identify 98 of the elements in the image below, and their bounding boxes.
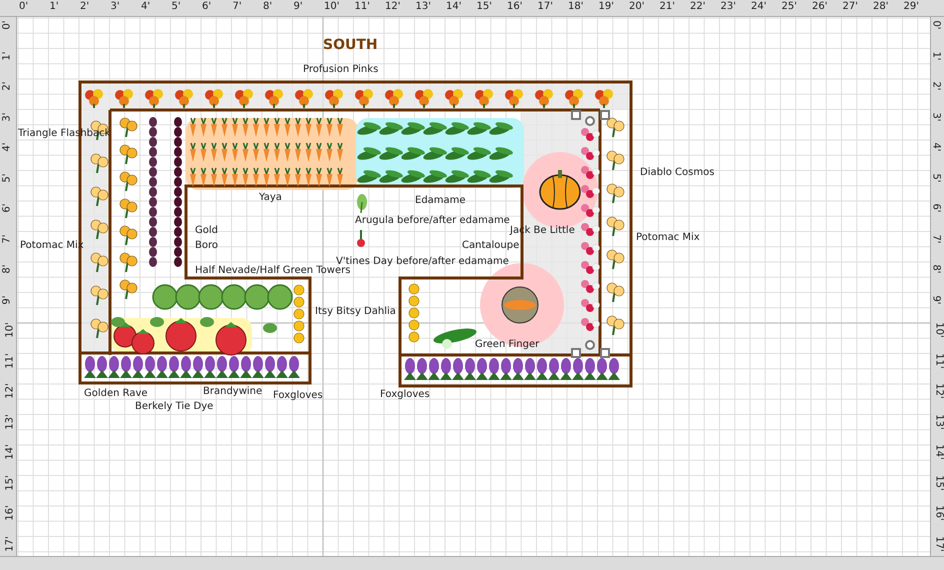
ruler-label: 5'	[172, 2, 181, 12]
ruler-label: 15'	[6, 474, 16, 490]
ruler-label: 2'	[930, 81, 941, 91]
ruler-label: 16'	[6, 505, 16, 521]
plant-label: Berkely Tie Dye	[135, 402, 214, 412]
plant-label: Edamame	[415, 196, 466, 206]
ruler-label: 7'	[930, 234, 941, 244]
ruler-label: 14'	[446, 2, 462, 12]
cucumber-icon	[433, 328, 477, 349]
ruler-label: 14'	[934, 444, 944, 460]
ruler-label: 0'	[19, 2, 28, 12]
ruler-label: 17'	[934, 536, 944, 552]
ruler-label: 3'	[2, 112, 13, 122]
dahlia-column-drawing	[408, 284, 420, 342]
plant-label: Foxgloves	[380, 390, 430, 400]
ruler-label: 4'	[2, 142, 13, 152]
ruler-label: 9'	[294, 2, 303, 12]
ruler-label: 11'	[6, 352, 16, 368]
ruler-label: 8'	[930, 264, 941, 274]
cantaloupe-icon	[502, 286, 538, 324]
ruler-label: 15'	[934, 474, 944, 490]
plant-label: Diablo Cosmos	[640, 168, 714, 178]
resize-handle[interactable]	[571, 110, 581, 120]
plant-label: Cantaloupe	[462, 241, 520, 251]
ruler-label: 13'	[6, 414, 16, 430]
ruler-label: 17'	[6, 536, 16, 552]
radish-icon	[357, 230, 365, 247]
ruler-label: 13'	[934, 414, 944, 430]
ruler-label: 16'	[507, 2, 522, 12]
ruler-label: 7'	[2, 234, 13, 244]
ruler-label: 8'	[263, 2, 272, 12]
ruler-label: 27'	[842, 2, 858, 12]
ruler-label: 12'	[6, 383, 16, 399]
plant-label: V'tines Day before/after edamame	[336, 257, 509, 267]
ruler-label: 29'	[904, 2, 919, 12]
plant-label: Boro	[195, 241, 218, 251]
ruler-label: 10'	[6, 322, 16, 338]
rotate-handle[interactable]	[585, 340, 595, 350]
resize-handle[interactable]	[600, 348, 610, 358]
ruler-label: 25'	[782, 2, 797, 12]
plant-label: Gold	[195, 226, 218, 236]
garden-title: SOUTH	[323, 38, 378, 52]
ruler-label: 26'	[812, 2, 828, 12]
ruler-label: 10'	[934, 322, 944, 338]
ruler-label: 1'	[2, 50, 13, 60]
resize-handle[interactable]	[571, 348, 581, 358]
plant-label: Profusion Pinks	[303, 65, 378, 75]
ruler-label: 22'	[690, 2, 706, 12]
plant-label: Brandywine	[203, 387, 262, 397]
dahlia-column-drawing	[294, 284, 304, 344]
ruler-label: 18'	[568, 2, 584, 12]
ruler-label: 8'	[2, 264, 13, 274]
ruler-label: 19'	[598, 2, 614, 12]
ruler-label: 1'	[50, 2, 59, 12]
plant-label: Half Nevade/Half Green Towers	[195, 266, 350, 276]
pumpkin-icon	[539, 170, 581, 210]
plant-label: Green Finger	[475, 340, 540, 350]
ruler-label: 6'	[2, 203, 13, 213]
ruler-label: 7'	[232, 2, 242, 12]
ruler-label: 5'	[930, 172, 941, 182]
ruler-label: 0'	[930, 20, 941, 30]
ruler-label: 9'	[930, 294, 941, 304]
ruler-label: 0'	[2, 20, 13, 30]
ruler-label: 6'	[930, 203, 941, 213]
plant-label: Golden Rave	[84, 389, 148, 399]
ruler-label: 1'	[930, 50, 941, 60]
ruler-label: 21'	[660, 2, 675, 12]
resize-handle[interactable]	[600, 110, 610, 120]
plant-label: Foxgloves	[273, 391, 323, 401]
plant-label: Itsy Bitsy Dahlia	[315, 307, 396, 317]
rotate-handle[interactable]	[585, 116, 595, 126]
ruler-label: 24'	[751, 2, 766, 12]
ruler-label: 15'	[476, 2, 492, 12]
ruler-label: 3'	[110, 2, 120, 12]
ruler-label: 4'	[141, 2, 150, 12]
ruler-label: 11'	[354, 2, 370, 12]
plant-label: Yaya	[259, 193, 282, 203]
ruler-label: 14'	[6, 444, 16, 460]
ruler-label: 11'	[934, 352, 944, 368]
ruler-label: 6'	[202, 2, 212, 12]
ruler-label: 2'	[2, 81, 13, 91]
ruler-label: 23'	[720, 2, 736, 12]
ruler-label: 20'	[629, 2, 644, 12]
ruler-label: 4'	[930, 142, 941, 152]
plant-label: Arugula before/after edamame	[355, 216, 510, 226]
plant-label: Potomac Mix	[636, 233, 700, 243]
ruler-label: 13'	[416, 2, 431, 12]
ruler-label: 17'	[538, 2, 553, 12]
ruler-label: 10'	[324, 2, 340, 12]
ruler-label: 9'	[2, 294, 13, 304]
ruler-label: 12'	[934, 383, 944, 399]
ruler-label: 28'	[873, 2, 888, 12]
ruler-label: 16'	[934, 505, 944, 521]
ruler-label: 5'	[2, 172, 13, 182]
ruler-label: 12'	[385, 2, 400, 12]
arugula-icon	[357, 194, 367, 214]
ruler-label: 2'	[80, 2, 90, 12]
ruler-label: 3'	[930, 112, 941, 122]
